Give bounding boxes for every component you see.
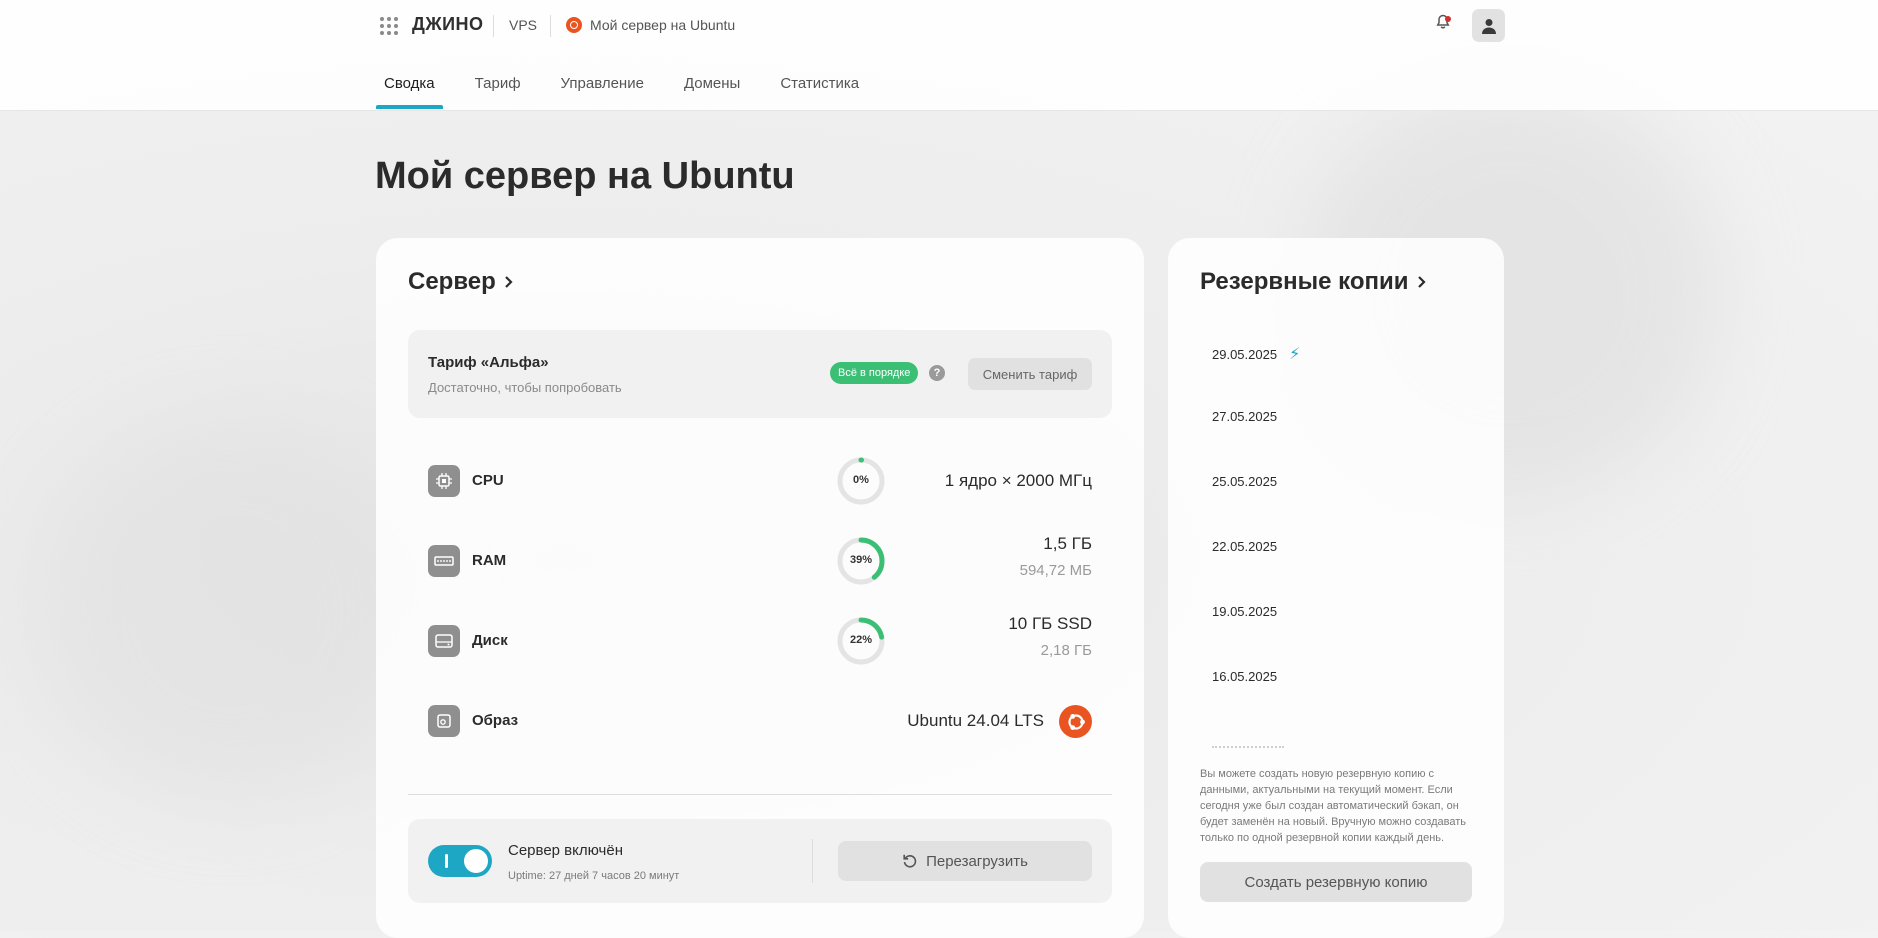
resource-value: 1,5 ГБ	[1043, 534, 1092, 553]
divider	[408, 794, 1112, 795]
tab-domains[interactable]: Домены	[676, 70, 748, 109]
tab-tariff[interactable]: Тариф	[467, 70, 529, 109]
create-backup-button[interactable]: Создать резервную копию	[1200, 862, 1472, 902]
divider	[493, 15, 494, 37]
bell-icon[interactable]	[1431, 14, 1455, 38]
server-title: Сервер	[408, 268, 496, 295]
resource-row-disk: Диск 22% 10 ГБ SSD 2,18 ГБ	[428, 614, 1092, 666]
status-badge: Всё в порядке	[830, 362, 919, 384]
backup-item[interactable]: 29.05.2025 ⚡︎	[1212, 344, 1300, 364]
server-power-toggle[interactable]	[428, 845, 492, 877]
breadcrumb-server-label: Мой сервер на Ubuntu	[590, 17, 736, 33]
ram-icon	[428, 545, 460, 577]
backup-item[interactable]: 25.05.2025	[1212, 474, 1277, 489]
os-image-icon	[428, 705, 460, 737]
divider	[812, 839, 813, 883]
backup-date: 29.05.2025	[1212, 347, 1278, 362]
resource-row-image: Образ Ubuntu 24.04 LTS	[428, 696, 1092, 746]
apps-grid-icon[interactable]	[380, 17, 398, 35]
disk-icon	[428, 625, 460, 657]
resource-label: RAM	[472, 552, 507, 569]
backups-title: Резервные копии	[1200, 268, 1409, 295]
user-avatar-button[interactable]	[1472, 9, 1505, 42]
power-status: Сервер включён	[508, 842, 623, 859]
divider	[550, 15, 551, 37]
tab-statistics[interactable]: Статистика	[772, 70, 867, 109]
tariff-description: Достаточно, чтобы попробовать	[428, 380, 622, 395]
notification-dot	[1445, 16, 1451, 22]
resource-used: 2,18 ГБ	[1040, 642, 1092, 659]
chevron-right-icon	[1417, 276, 1426, 288]
backup-item[interactable]: 27.05.2025	[1212, 409, 1277, 424]
logo[interactable]: ДЖИНО	[412, 14, 484, 35]
list-fade	[1212, 746, 1284, 750]
tab-bar: Сводка Тариф Управление Домены Статистик…	[376, 70, 891, 109]
reload-icon	[903, 854, 917, 868]
server-card: Сервер Тариф «Альфа» Достаточно, чтобы п…	[376, 238, 1144, 938]
backup-item[interactable]: 19.05.2025	[1212, 604, 1277, 619]
breadcrumb-server[interactable]: Мой сервер на Ubuntu	[566, 17, 735, 33]
uptime-text: Uptime: 27 дней 7 часов 20 минут	[508, 870, 680, 882]
tariff-panel: Тариф «Альфа» Достаточно, чтобы попробов…	[408, 330, 1112, 418]
reboot-label: Перезагрузить	[926, 852, 1028, 870]
backup-note: Вы можете создать новую резервную копию …	[1200, 768, 1466, 844]
change-tariff-button[interactable]: Сменить тариф	[968, 358, 1092, 390]
page-title: Мой сервер на Ubuntu	[375, 155, 795, 197]
backup-item[interactable]: 16.05.2025	[1212, 669, 1277, 684]
ubuntu-logo-icon	[1059, 705, 1092, 738]
power-panel: Сервер включён Uptime: 27 дней 7 часов 2…	[408, 819, 1112, 903]
user-icon	[1481, 18, 1496, 34]
resource-value: 10 ГБ SSD	[1008, 614, 1092, 633]
server-title-link[interactable]: Сервер	[408, 268, 514, 296]
chevron-right-icon	[505, 276, 513, 288]
resource-label: Образ	[472, 712, 519, 729]
backups-title-link[interactable]: Резервные копии	[1200, 268, 1427, 296]
top-bar: ДЖИНО VPS Мой сервер на Ubuntu Сводка Та…	[0, 0, 1878, 111]
resource-row-ram: RAM 39% 1,5 ГБ 594,72 МБ	[428, 534, 1092, 586]
tab-management[interactable]: Управление	[553, 70, 652, 109]
cpu-icon	[428, 465, 460, 497]
os-image-value: Ubuntu 24.04 LTS	[907, 711, 1044, 730]
top-nav: ДЖИНО VPS Мой сервер на Ubuntu	[376, 0, 1505, 52]
tab-summary[interactable]: Сводка	[376, 70, 443, 109]
help-icon[interactable]: ?	[929, 365, 945, 381]
bolt-icon: ⚡︎	[1289, 346, 1301, 363]
resource-label: CPU	[472, 472, 504, 489]
background-blur	[40, 420, 420, 800]
ubuntu-icon	[566, 17, 582, 33]
reboot-button[interactable]: Перезагрузить	[838, 841, 1092, 881]
backup-item[interactable]: 22.05.2025	[1212, 539, 1277, 554]
resource-value: 1 ядро × 2000 МГц	[944, 471, 1092, 490]
resource-label: Диск	[472, 632, 508, 649]
resource-row-cpu: CPU 0% 1 ядро × 2000 МГц	[428, 456, 1092, 506]
resource-used: 594,72 МБ	[1019, 562, 1092, 579]
gauge-percent: 39%	[849, 554, 873, 566]
gauge-percent: 0%	[853, 474, 869, 486]
tariff-name: Тариф «Альфа»	[428, 354, 549, 371]
gauge-percent: 22%	[849, 634, 873, 646]
breadcrumb-vps[interactable]: VPS	[509, 17, 537, 33]
backups-card: Резервные копии 29.05.2025 ⚡︎ 27.05.2025 …	[1168, 238, 1504, 938]
